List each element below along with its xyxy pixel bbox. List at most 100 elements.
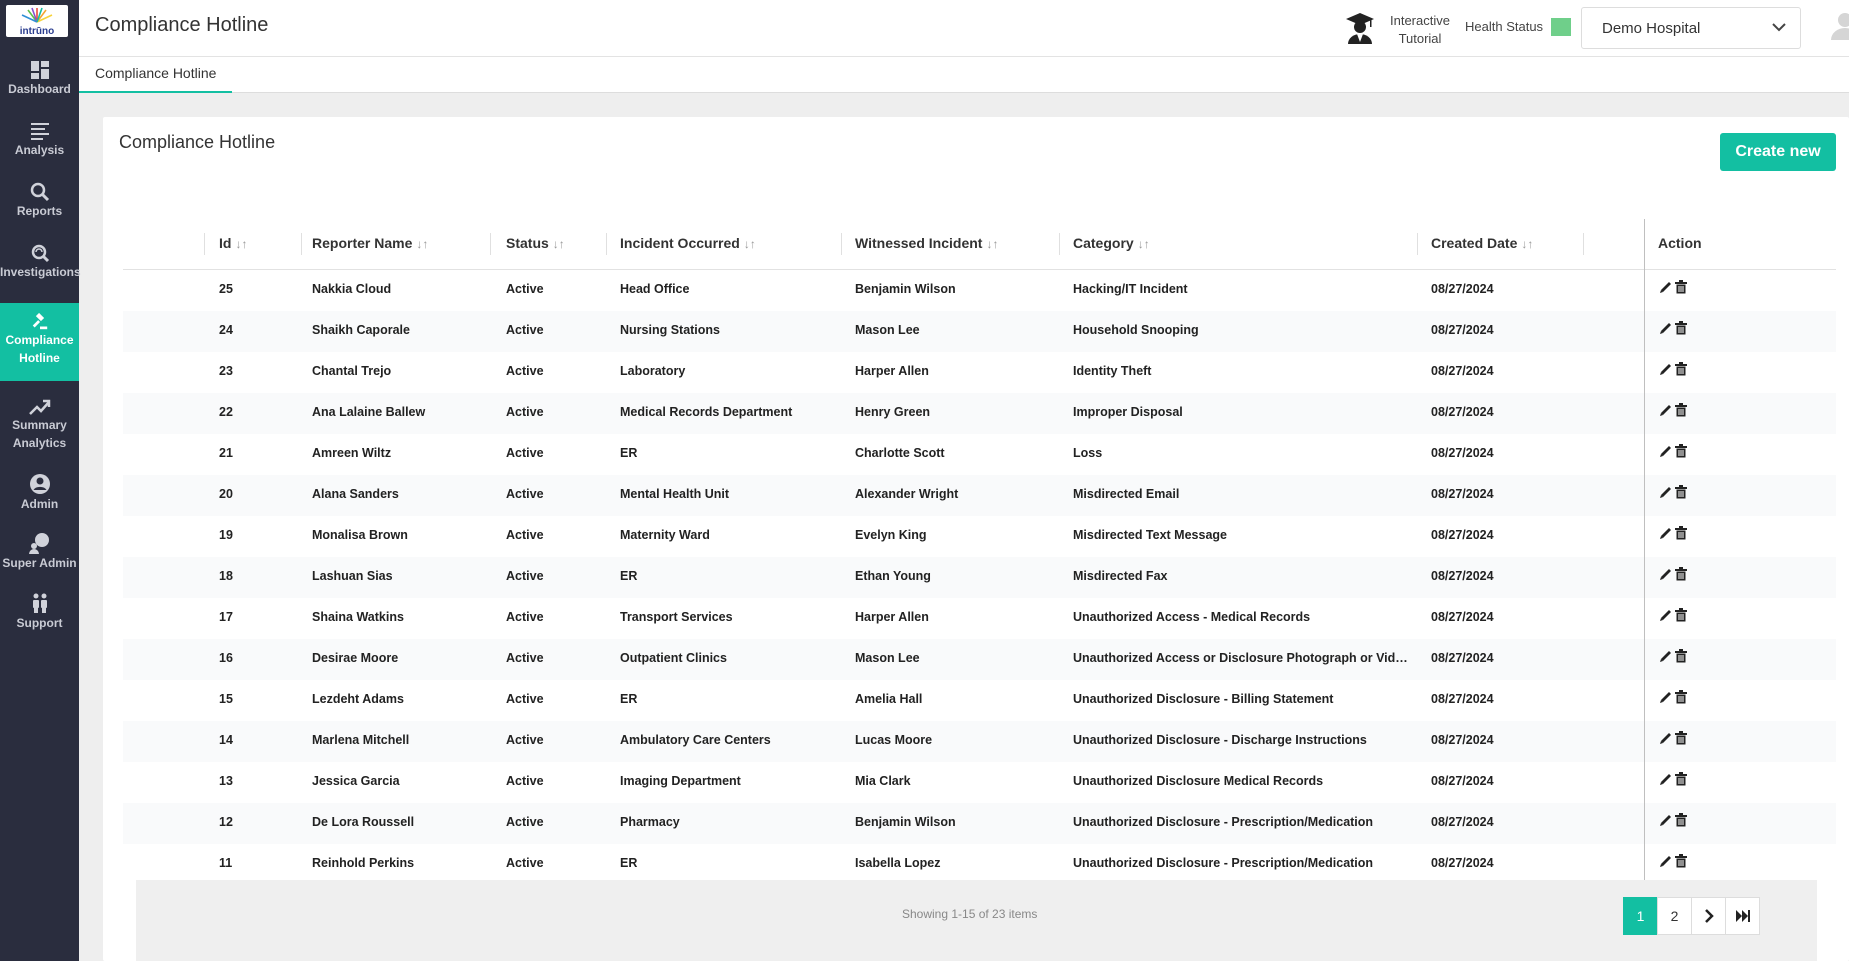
sidebar-item-label: Investigations [0,265,81,279]
page-button-1[interactable]: 1 [1623,897,1658,935]
sort-icon[interactable]: ↓↑ [744,237,756,251]
sort-icon[interactable]: ↓↑ [416,237,428,251]
edit-icon[interactable] [1659,280,1673,294]
cell-witnessed-incident: Benjamin Wilson [855,815,956,829]
cell-incident-occurred: Mental Health Unit [620,487,730,501]
cell-created-date: 08/27/2024 [1431,856,1494,870]
edit-icon[interactable] [1659,813,1673,827]
table-row[interactable]: 25 Nakkia Cloud Active Head Office Benjamin … [123,270,1836,311]
sidebar-item-analysis[interactable]: Analysis [0,121,79,169]
hotline-table: Id ↓↑ Reporter Name ↓↑ Status ↓↑ Incident O… [123,219,1836,885]
delete-icon[interactable] [1675,321,1687,335]
delete-icon[interactable] [1675,813,1687,827]
hospital-select[interactable]: Demo Hospital [1581,7,1801,49]
investigations-icon [31,244,49,263]
column-header-action: Action [1658,235,1702,251]
sort-icon[interactable]: ↓↑ [553,237,565,251]
delete-icon[interactable] [1675,854,1687,868]
support-icon [32,593,47,613]
table-row[interactable]: 16 Desirae Moore Active Outpatient Clinics M… [123,639,1836,680]
table-row[interactable]: 22 Ana Lalaine Ballew Active Medical Record… [123,393,1836,434]
edit-icon[interactable] [1659,321,1673,335]
delete-icon[interactable] [1675,403,1687,417]
sidebar-item-admin[interactable]: Admin [0,473,79,521]
cell-reporter-name: Alana Sanders [312,487,399,501]
sidebar-item-label: Dashboard [8,82,71,96]
tab-compliance-hotline[interactable]: Compliance Hotline [79,57,233,93]
delete-icon[interactable] [1675,362,1687,376]
sort-icon[interactable]: ↓↑ [986,237,998,251]
delete-icon[interactable] [1675,731,1687,745]
edit-icon[interactable] [1659,608,1673,622]
column-header-incident-occurred[interactable]: Incident Occurred ↓↑ [620,235,756,251]
table-row[interactable]: 23 Chantal Trejo Active Laboratory Harper Al… [123,352,1836,393]
table-row[interactable]: 19 Monalisa Brown Active Maternity Ward Evel… [123,516,1836,557]
table-row[interactable]: 21 Amreen Wiltz Active ER Charlotte Scott Los… [123,434,1836,475]
cell-witnessed-incident: Harper Allen [855,610,929,624]
edit-icon[interactable] [1659,772,1673,786]
edit-icon[interactable] [1659,403,1673,417]
edit-icon[interactable] [1659,444,1673,458]
edit-icon[interactable] [1659,362,1673,376]
delete-icon[interactable] [1675,772,1687,786]
sidebar-item-support[interactable]: Support [0,592,79,640]
dashboard-icon [30,61,49,79]
edit-icon[interactable] [1659,731,1673,745]
delete-icon[interactable] [1675,649,1687,663]
cell-incident-occurred: Pharmacy [620,815,680,829]
edit-icon[interactable] [1659,854,1673,868]
sort-icon[interactable]: ↓↑ [235,237,247,251]
delete-icon[interactable] [1675,567,1687,581]
next-page-button[interactable] [1691,897,1726,935]
table-row[interactable]: 18 Lashuan Sias Active ER Ethan Young Misdire… [123,557,1836,598]
cell-incident-occurred: Ambulatory Care Centers [620,733,771,747]
edit-icon[interactable] [1659,690,1673,704]
table-row[interactable]: 14 Marlena Mitchell Active Ambulatory Care … [123,721,1836,762]
sidebar-item-reports[interactable]: Reports [0,182,79,230]
user-avatar-icon[interactable] [1831,12,1849,40]
edit-icon[interactable] [1659,649,1673,663]
sidebar-item-compliance-hotline[interactable]: Compliance Hotline [0,303,79,381]
delete-icon[interactable] [1675,608,1687,622]
table-row[interactable]: 13 Jessica Garcia Active Imaging Department… [123,762,1836,803]
sidebar-item-dashboard[interactable]: Dashboard [0,60,79,108]
create-new-button[interactable]: Create new [1720,133,1836,171]
edit-icon[interactable] [1659,485,1673,499]
table-row[interactable]: 12 De Lora Roussell Active Pharmacy Benjamin… [123,803,1836,844]
sidebar-item-super-admin[interactable]: Super Admin [0,532,79,580]
last-page-button[interactable] [1725,897,1760,935]
delete-icon[interactable] [1675,444,1687,458]
table-row[interactable]: 11 Reinhold Perkins Active ER Isabella Lopez… [123,844,1836,885]
cell-id: 22 [219,405,233,419]
sidebar-item-summary-analytics[interactable]: Summary Analytics [0,398,79,462]
column-header-id[interactable]: Id ↓↑ [219,235,247,251]
cell-category: Loss [1073,446,1103,460]
cell-witnessed-incident: Lucas Moore [855,733,933,747]
intruno-logo[interactable]: intrūno [6,5,68,37]
column-separator [606,233,607,255]
column-header-created-date[interactable]: Created Date ↓↑ [1431,235,1533,251]
table-row[interactable]: 17 Shaina Watkins Active Transport Services… [123,598,1836,639]
delete-icon[interactable] [1675,485,1687,499]
table-row[interactable]: 24 Shaikh Caporale Active Nursing Stations M… [123,311,1836,352]
sort-icon[interactable]: ↓↑ [1138,237,1150,251]
edit-icon[interactable] [1659,567,1673,581]
column-header-reporter-name[interactable]: Reporter Name ↓↑ [312,235,428,251]
cell-category: Misdirected Email [1073,487,1180,501]
cell-created-date: 08/27/2024 [1431,692,1494,706]
table-row[interactable]: 15 Lezdeht Adams Active ER Amelia Hall Unauth… [123,680,1836,721]
delete-icon[interactable] [1675,690,1687,704]
column-header-status[interactable]: Status ↓↑ [506,235,565,251]
delete-icon[interactable] [1675,280,1687,294]
cell-incident-occurred: Maternity Ward [620,528,710,542]
column-header-category[interactable]: Category ↓↑ [1073,235,1150,251]
sort-icon[interactable]: ↓↑ [1521,237,1533,251]
delete-icon[interactable] [1675,526,1687,540]
sidebar-item-investigations[interactable]: Investigations [0,243,81,291]
table-row[interactable]: 20 Alana Sanders Active Mental Health Unit A… [123,475,1836,516]
page-button-2[interactable]: 2 [1657,897,1692,935]
interactive-tutorial-button[interactable]: Interactive Tutorial [1345,10,1485,48]
edit-icon[interactable] [1659,526,1673,540]
column-header-witnessed-incident[interactable]: Witnessed Incident ↓↑ [855,235,998,251]
user-circle-icon [29,474,50,494]
